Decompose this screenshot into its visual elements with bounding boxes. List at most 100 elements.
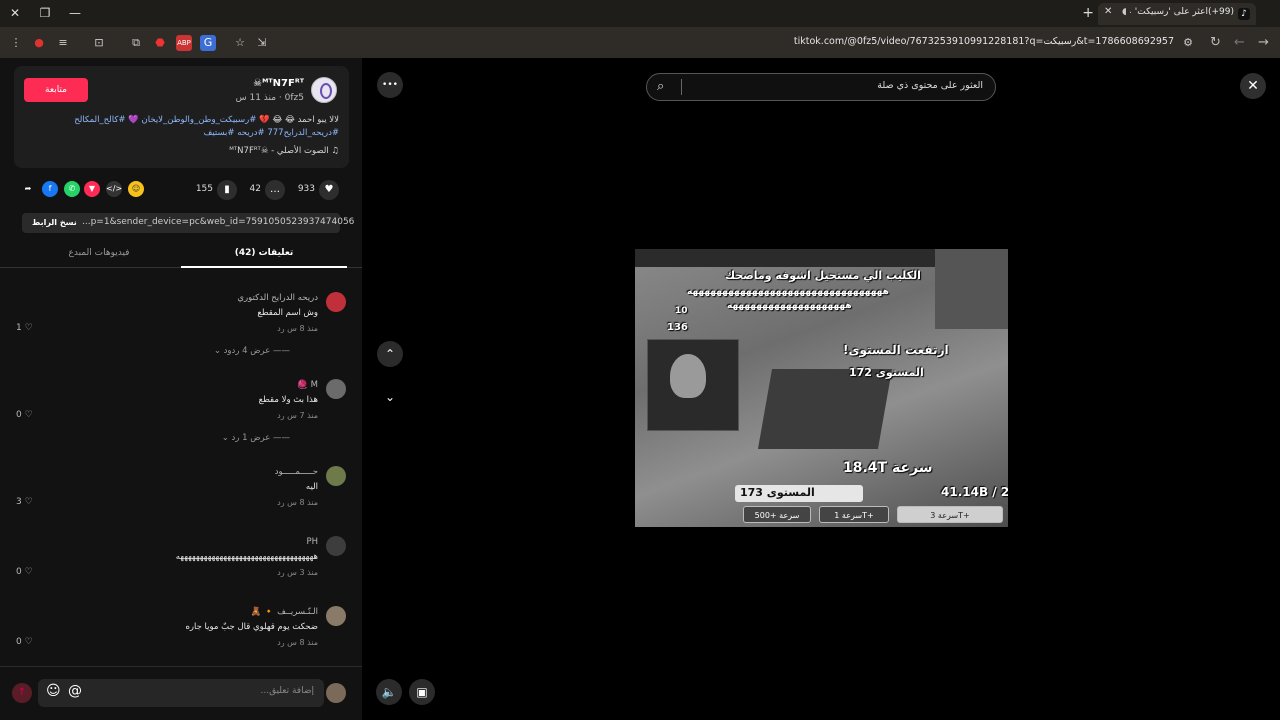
previous-video-button[interactable]: ⌃ [377,341,403,367]
overlay-caption-1: الكليب الي مستحيل اشوفه وماضحك [725,269,921,282]
share-arrow-icon[interactable]: ➦ [20,181,36,197]
total-text: 41.14B / 2. [941,485,1008,499]
commenter-name[interactable]: دريحه الدرايح الدكتوري [237,293,318,303]
comment-text: هههههههههههههههههههههههههههههههههههه [175,552,318,562]
translate-icon[interactable]: G [200,35,216,51]
comment-placeholder: إضافة تعليق... [260,686,314,696]
comment-item: حـــــمـــــود اليه منذ 8 س رد 3 ♡ [16,466,346,512]
comment-like[interactable]: 3 ♡ [16,497,33,507]
reading-list-icon[interactable]: ≡ [55,35,71,51]
view-replies-button[interactable]: —— عرض 1 رد ⌄ [222,433,290,443]
music-info[interactable]: ♫ الصوت الأصلي - ☠ᴹᵀN7Fᴿᵀ [229,146,339,156]
related-search-input[interactable]: ⌕ العثور على محتوى ذي صلة [646,73,996,101]
commenter-name[interactable]: حـــــمـــــود [275,467,318,477]
comment-meta[interactable]: منذ 8 س رد [277,638,318,647]
menu-dots-icon[interactable]: ⋮ [8,35,24,51]
volume-button[interactable]: 🔈 [376,679,402,705]
active-tab-indicator [181,266,347,268]
game-button-1t: سرعة 1T+ [819,506,889,523]
facebook-icon[interactable]: f [42,181,58,197]
tab-close-icon[interactable]: ✕ [1104,6,1112,17]
view-replies-button[interactable]: —— عرض 4 ردود ⌄ [214,346,290,356]
comment-meta[interactable]: منذ 7 س رد [277,411,318,420]
chevron-down-icon: ⌄ [221,433,229,443]
adblock-icon[interactable]: ⬣ [152,35,168,51]
comment-input[interactable]: ☺ @ إضافة تعليق... [38,679,324,707]
comment-meta[interactable]: منذ 8 س رد [277,498,318,507]
overlay-caption-3: ههههههههههههههههههههه [727,301,852,311]
comment-meta[interactable]: منذ 8 س رد [277,324,318,333]
mention-icon[interactable]: @ [68,683,82,699]
comment-item: الـنّـسريــف 🔸 🧸 ضحكت يوم قهلوي قال جبٌ … [16,606,346,652]
tab-creator-videos[interactable]: فيديوهات المبدع [16,248,182,258]
comment-icon[interactable]: … [265,180,285,200]
forward-icon[interactable]: ← [1234,35,1245,50]
embed-code-icon[interactable]: </> [106,181,122,197]
share-tiktok-friends-icon[interactable]: ▼ [84,181,100,197]
send-comment-button[interactable]: ↑ [12,683,32,703]
copy-link-button[interactable]: نسخ الرابط [26,215,83,231]
game-button-500: 500+ سرعة [743,506,811,523]
next-video-button[interactable]: ⌄ [377,384,403,410]
emoji-icon[interactable]: ☺ [46,683,61,699]
video-frame[interactable]: الكليب الي مستحيل اشوفه وماضحك ههههههههه… [635,249,1008,527]
whatsapp-icon[interactable]: ✆ [64,181,80,197]
install-app-icon[interactable]: ⇲ [254,35,270,51]
browser-tab[interactable]: ♪ (99+)اعثر على 'رسبيكت' على... ◖ ✕ [1098,3,1256,25]
comment-like-count: 0 [16,410,22,420]
search-placeholder: العثور على محتوى ذي صلة [877,80,983,91]
comment-like-count: 0 [16,567,22,577]
commenter-name[interactable]: M 🧶 [297,380,318,390]
user-avatar[interactable] [326,683,346,703]
heart-icon[interactable]: ♥ [319,180,339,200]
reload-icon[interactable]: ↻ [1210,35,1221,50]
commenter-name[interactable]: الـنّـسريــف 🔸 🧸 [251,607,319,617]
author-avatar[interactable] [311,77,337,103]
commenter-avatar[interactable] [326,536,346,556]
level-up-text: ارتفعت المستوى! [843,343,949,357]
commenter-avatar[interactable] [326,379,346,399]
device-switch-button[interactable]: ▣ [409,679,435,705]
heart-outline-icon: ♡ [24,410,33,420]
new-tab-button[interactable]: + [1082,5,1094,21]
window-close-icon[interactable]: ✕ [4,4,26,22]
comment-like[interactable]: 0 ♡ [16,567,33,577]
window-restore-icon[interactable]: ❐ [34,4,56,22]
extension-icon[interactable]: ● [31,35,47,51]
comment-like[interactable]: 1 ♡ [16,323,33,333]
stats-row: ♥ 933 … 42 ▮ 155 ☺ </> ▼ ✆ f ➦ [14,180,349,202]
tab-comments[interactable]: تعليقات (42) [181,248,347,258]
extensions-puzzle-icon[interactable]: ⧉ [128,35,144,51]
bookmark-star-icon[interactable]: ☆ [232,35,248,51]
commenter-avatar[interactable] [326,606,346,626]
bookmark-icon[interactable]: ▮ [217,180,237,200]
music-title[interactable]: الصوت الأصلي - ☠ᴹᵀN7Fᴿᵀ [229,146,328,156]
share-snapchat-icon[interactable]: ☺ [128,181,144,197]
address-bar[interactable]: tiktok.com/@0fz5/video/76732539109912281… [794,36,1174,47]
saves-count: 155 [195,184,213,194]
abp-icon[interactable]: ABP [176,35,192,51]
back-icon[interactable]: → [1258,35,1269,50]
close-video-button[interactable]: ✕ [1240,73,1266,99]
search-icon[interactable]: ⌕ [657,79,664,94]
likes-count: 933 [297,184,315,194]
tiktok-icon: ♪ [1238,8,1250,20]
more-options-button[interactable]: ••• [377,72,403,98]
commenter-avatar[interactable] [326,292,346,312]
site-settings-icon[interactable]: ⚙ [1180,35,1196,51]
video-caption: لالا يبو احمد 😂 😂 💔 #رسبيكت_وطن_والوطن_ل… [27,114,339,140]
comment-like[interactable]: 0 ♡ [16,637,33,647]
tab-audio-icon[interactable]: ◖ [1122,7,1127,17]
commenter-name[interactable]: PH [306,537,318,547]
commenter-avatar[interactable] [326,466,346,486]
share-link-text[interactable]: ...p=1&sender_device=pc&web_id=759105052… [82,217,354,227]
follow-button[interactable]: متابعة [24,78,88,102]
add-comment-bar: ↑ ☺ @ إضافة تعليق... [0,666,362,720]
comment-meta[interactable]: منذ 3 س رد [277,568,318,577]
screenshot-icon[interactable]: ⊡ [91,35,107,51]
comments-count: 42 [249,184,261,194]
window-minimize-icon[interactable]: — [64,4,86,22]
browser-toolbar: ⋮ ● ≡ ⊡ ⧉ ⬣ ABP G ☆ ⇲ tiktok.com/@0fz5/v… [0,27,1280,58]
author-name[interactable]: ☠ᴹᵀN7Fᴿᵀ [253,78,304,89]
comment-like[interactable]: 0 ♡ [16,410,33,420]
